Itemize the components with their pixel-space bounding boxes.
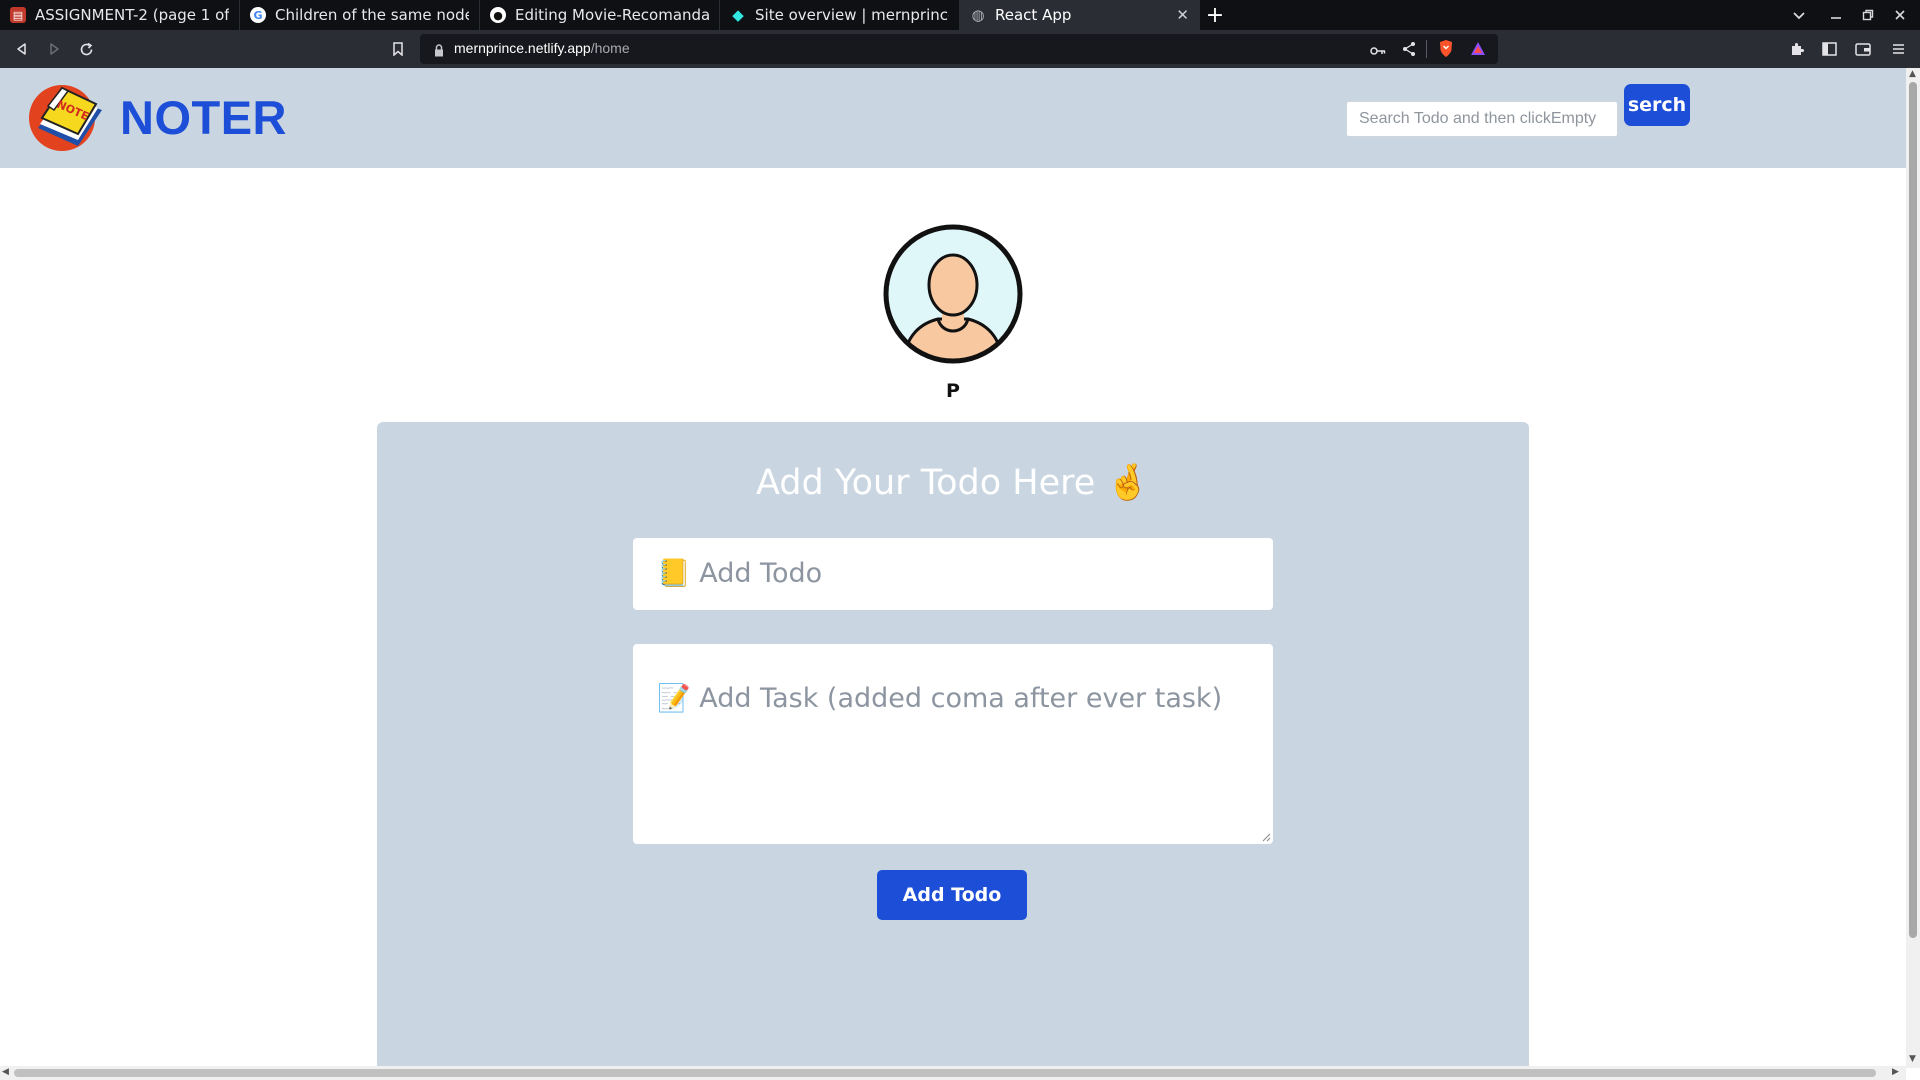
tab-title: Children of the same node are bbox=[275, 6, 469, 24]
browser-tab[interactable]: G Children of the same node are bbox=[240, 0, 480, 30]
address-bar[interactable]: mernprince.netlify.app/home bbox=[420, 34, 1498, 64]
wallet-icon[interactable] bbox=[1852, 38, 1874, 60]
close-icon[interactable]: ✕ bbox=[1176, 6, 1189, 24]
resize-grip-icon[interactable] bbox=[1261, 832, 1271, 842]
url-host: mernprince.netlify.app bbox=[454, 40, 591, 56]
horizontal-scrollbar[interactable]: ◀ ▶ bbox=[0, 1066, 1906, 1080]
search-button[interactable]: serch bbox=[1624, 84, 1690, 126]
sidebar-icon[interactable] bbox=[1818, 38, 1840, 60]
scroll-right-icon[interactable]: ▶ bbox=[1892, 1067, 1899, 1077]
todo-title-input[interactable]: 📒 Add Todo bbox=[633, 538, 1273, 610]
netlify-icon: ◆ bbox=[732, 6, 744, 24]
scroll-left-icon[interactable]: ◀ bbox=[2, 1067, 9, 1077]
brave-shields-icon[interactable] bbox=[1438, 39, 1454, 62]
tab-title: React App bbox=[995, 6, 1072, 24]
new-tab-button[interactable]: + bbox=[1200, 0, 1230, 30]
avatar-icon bbox=[882, 223, 1024, 365]
tab-list-chevron-icon[interactable] bbox=[1792, 0, 1806, 30]
search-input[interactable] bbox=[1346, 101, 1618, 137]
google-icon: G bbox=[250, 7, 266, 23]
tab-title: Site overview | mernprince bbox=[755, 6, 949, 24]
window-close-icon[interactable] bbox=[1894, 0, 1906, 30]
page: NOTE NOTER serch P Add Your Todo Here 🤞 … bbox=[0, 68, 1906, 1068]
bookmark-icon[interactable] bbox=[387, 38, 409, 60]
browser-tab[interactable]: ◆ Site overview | mernprince bbox=[720, 0, 960, 30]
minimize-icon[interactable] bbox=[1830, 0, 1842, 30]
todo-title-placeholder: 📒 Add Todo bbox=[657, 558, 823, 589]
menu-icon[interactable] bbox=[1887, 38, 1909, 60]
tab-title: ASSIGNMENT-2 (page 1 of 12) bbox=[35, 6, 229, 24]
browser-tab[interactable]: ▤ ASSIGNMENT-2 (page 1 of 12) bbox=[0, 0, 240, 30]
browser-toolbar: mernprince.netlify.app/home bbox=[0, 30, 1920, 68]
scroll-up-icon[interactable]: ▲ bbox=[1909, 69, 1916, 79]
vertical-scroll-thumb[interactable] bbox=[1909, 82, 1917, 938]
scroll-down-icon[interactable]: ▼ bbox=[1909, 1054, 1916, 1064]
tab-title: Editing Movie-Recomandation bbox=[515, 6, 709, 24]
horizontal-scroll-thumb[interactable] bbox=[14, 1069, 1876, 1077]
brave-rewards-icon[interactable] bbox=[1470, 41, 1486, 60]
share-icon[interactable] bbox=[1402, 41, 1416, 61]
github-icon: ● bbox=[490, 7, 506, 23]
extensions-icon[interactable] bbox=[1786, 38, 1808, 60]
restore-icon[interactable] bbox=[1862, 0, 1874, 30]
back-icon[interactable] bbox=[10, 37, 34, 61]
form-title: Add Your Todo Here 🤞 bbox=[755, 463, 1151, 503]
user-name: P bbox=[946, 380, 960, 402]
task-placeholder: 📝 Add Task (added coma after ever task) bbox=[657, 683, 1223, 714]
brand-title[interactable]: NOTER bbox=[120, 90, 287, 145]
forward-icon[interactable] bbox=[42, 37, 66, 61]
browser-tab[interactable]: ● Editing Movie-Recomandation bbox=[480, 0, 720, 30]
browser-tab-active[interactable]: ◍ React App ✕ bbox=[960, 0, 1200, 30]
key-icon[interactable] bbox=[1370, 42, 1386, 61]
globe-icon: ◍ bbox=[971, 6, 985, 24]
add-todo-button[interactable]: Add Todo bbox=[877, 870, 1027, 920]
vertical-scrollbar[interactable]: ▲ ▼ bbox=[1906, 68, 1920, 1068]
lock-icon bbox=[434, 42, 444, 61]
add-todo-card: Add Your Todo Here 🤞 📒 Add Todo 📝 Add Ta… bbox=[377, 422, 1529, 1068]
toolbar-divider bbox=[1426, 40, 1427, 58]
browser-tab-bar: ▤ ASSIGNMENT-2 (page 1 of 12) G Children… bbox=[0, 0, 1920, 30]
reload-icon[interactable] bbox=[74, 37, 98, 61]
notepad-logo-icon[interactable]: NOTE bbox=[28, 80, 108, 156]
app-navbar: NOTE NOTER serch bbox=[0, 68, 1906, 168]
task-textarea[interactable]: 📝 Add Task (added coma after ever task) bbox=[633, 644, 1273, 844]
pdf-icon: ▤ bbox=[10, 7, 26, 23]
url-path: /home bbox=[590, 40, 630, 56]
url-text: mernprince.netlify.app/home bbox=[454, 40, 630, 56]
